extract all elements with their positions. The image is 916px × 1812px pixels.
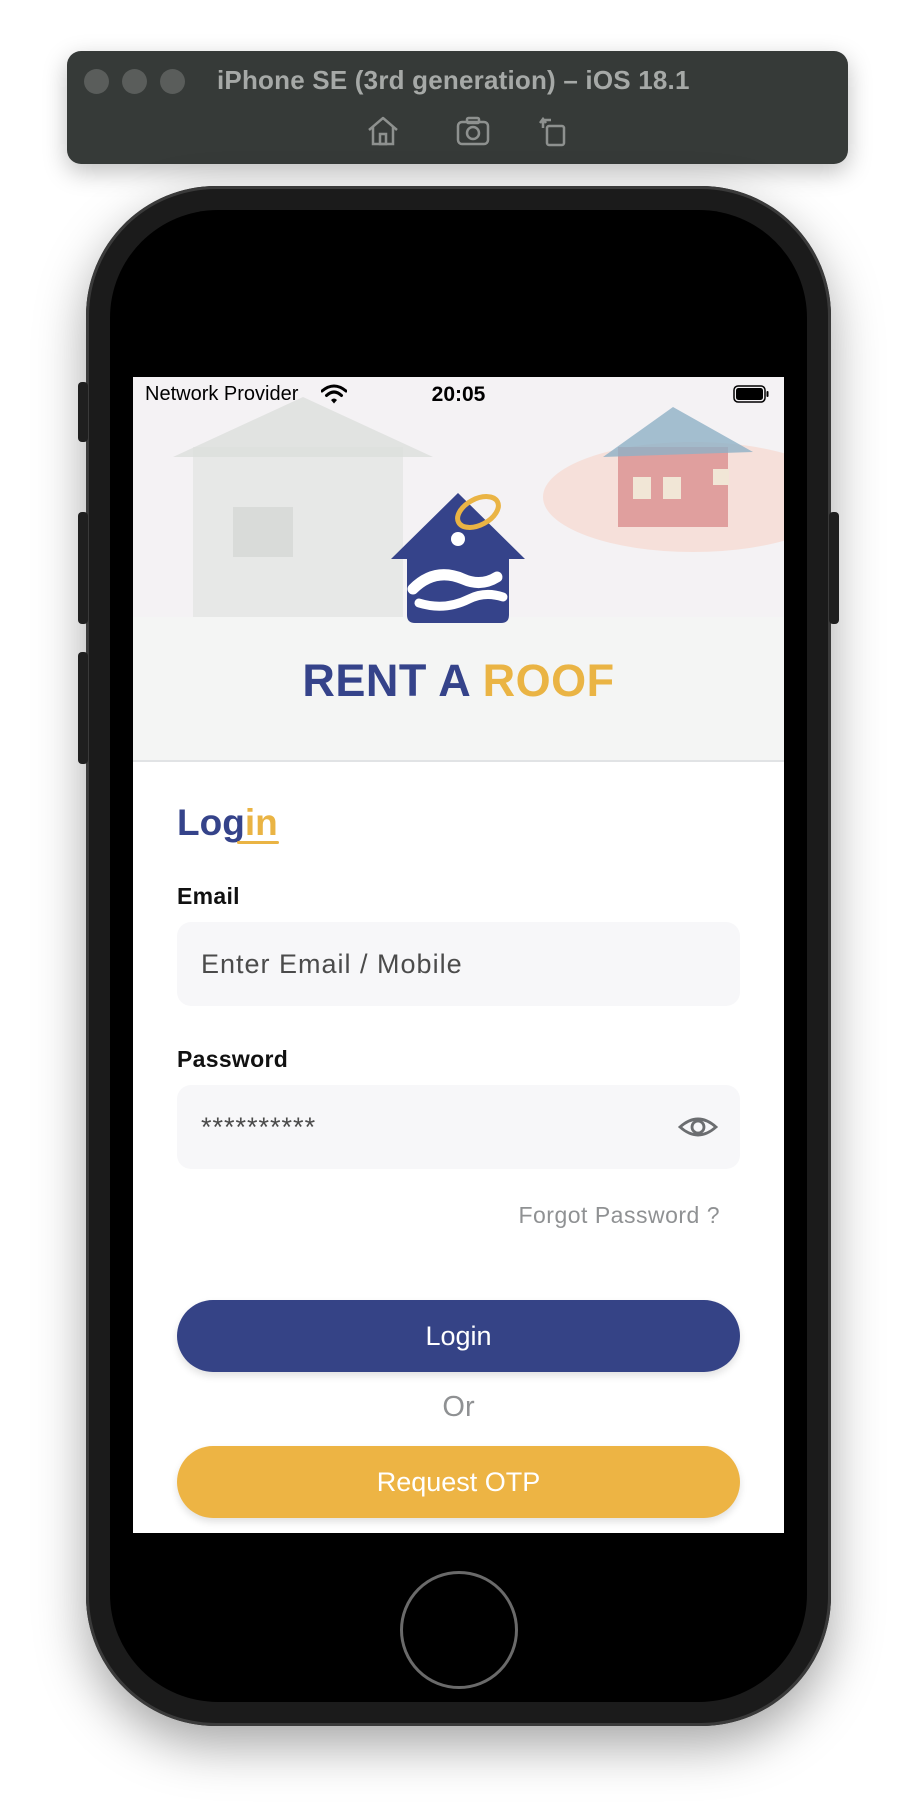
home-button[interactable] [400,1571,518,1689]
email-field[interactable]: Enter Email / Mobile [177,922,740,1006]
login-heading-part2: in [244,802,278,843]
password-field[interactable]: ********** [177,1085,740,1169]
status-time: 20:05 [431,383,486,406]
login-button[interactable]: Login [177,1300,740,1372]
password-label: Password [177,1046,289,1072]
minimize-window-button[interactable] [122,69,147,94]
close-window-button[interactable] [84,69,109,94]
or-separator: Or [442,1391,475,1423]
rotate-icon[interactable] [534,111,574,151]
house-hands-logo-icon [391,493,525,623]
status-bar: Network Provider 20:05 [133,377,784,413]
email-label: Email [177,883,240,909]
volume-down-button [78,652,88,764]
battery-icon [733,385,769,403]
forgot-password-link[interactable]: Forgot Password ? [518,1202,720,1229]
request-otp-button[interactable]: Request OTP [177,1446,740,1518]
simulator-title: iPhone SE (3rd generation) – iOS 18.1 [217,65,690,95]
password-value: ********** [201,1112,317,1142]
hero-banner: RENT A ROOF [133,377,784,761]
simulator-title-bar: iPhone SE (3rd generation) – iOS 18.1 [67,51,848,164]
eye-icon[interactable] [678,1111,718,1143]
brand-name-part1: RENT A [302,655,470,706]
login-heading-underline [237,841,279,844]
brand-name-part2: ROOF [482,655,615,706]
zoom-window-button[interactable] [160,69,185,94]
login-heading-part1: Log [177,802,245,843]
power-button [829,512,839,624]
email-placeholder: Enter Email / Mobile [201,949,463,979]
login-heading: Login [177,802,278,844]
volume-up-button [78,512,88,624]
silent-switch [78,382,88,442]
brand-wordmark: RENT A ROOF [133,655,784,707]
camera-icon[interactable] [453,111,493,151]
hero-divider [133,760,784,762]
app-screen: RENT A ROOF Network Provider 20:05 Login… [133,377,784,1533]
home-icon[interactable] [363,111,403,151]
